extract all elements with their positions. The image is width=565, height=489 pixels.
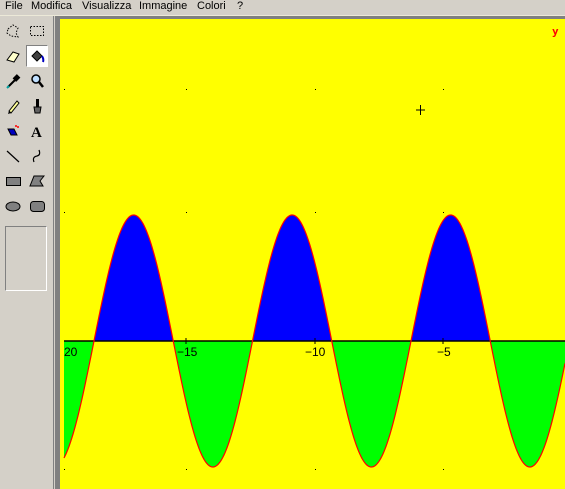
pick-color-tool[interactable] [2, 70, 24, 92]
text-tool[interactable]: A [26, 120, 48, 142]
drawing-canvas[interactable]: 20 −15 −10 −5 y [60, 19, 565, 489]
rectangle-select-tool[interactable] [26, 20, 48, 42]
tick-label-minus15: −15 [177, 345, 198, 359]
free-form-select-icon [6, 24, 19, 38]
menu-help[interactable]: ? [236, 0, 244, 13]
toolbox: A [0, 16, 54, 489]
ellipse-tool[interactable] [2, 195, 24, 217]
free-form-select-tool[interactable] [2, 20, 24, 42]
grid-dot [64, 469, 65, 470]
grid-dot [64, 89, 65, 90]
grid-dot [443, 89, 444, 90]
rectangle-tool[interactable] [2, 170, 24, 192]
brush-icon [33, 99, 42, 114]
fill-with-color-tool[interactable] [26, 45, 48, 67]
eyedropper-icon [6, 74, 21, 89]
line-icon [6, 150, 20, 163]
plot-svg: 20 −15 −10 −5 y [60, 19, 565, 489]
grid-dot [186, 89, 187, 90]
curve-tool[interactable] [26, 145, 48, 167]
grid-dot [186, 469, 187, 470]
grid-dot [315, 212, 316, 213]
eraser-icon [6, 51, 20, 63]
menu-colori[interactable]: Colori [196, 0, 227, 13]
tick-label-20: 20 [64, 345, 78, 359]
grid-dot [64, 212, 65, 213]
menu-visualizza[interactable]: Visualizza [81, 0, 132, 13]
airbrush-tool[interactable] [2, 120, 24, 142]
grid-dot [315, 469, 316, 470]
eraser-tool[interactable] [2, 45, 24, 67]
paint-bucket-icon [31, 50, 45, 63]
ellipse-icon [5, 201, 21, 212]
svg-text:A: A [31, 125, 42, 139]
menu-bar: File Modifica Visualizza Immagine Colori… [0, 0, 565, 16]
grid-dot [443, 469, 444, 470]
airbrush-icon [7, 125, 19, 136]
grid-dot [315, 89, 316, 90]
text-a-icon: A [31, 125, 42, 139]
polygon-tool[interactable] [26, 170, 48, 192]
tick-label-minus10: −10 [305, 345, 326, 359]
menu-file[interactable]: File [4, 0, 24, 13]
tick-label-minus5: −5 [437, 345, 451, 359]
rectangle-icon [6, 177, 21, 186]
grid-dot [443, 212, 444, 213]
pencil-icon [8, 100, 20, 114]
magnifier-tool[interactable] [26, 70, 48, 92]
pencil-tool[interactable] [2, 95, 24, 117]
y-axis-label: y [552, 25, 559, 38]
polygon-icon [29, 175, 45, 187]
menu-modifica[interactable]: Modifica [30, 0, 73, 13]
magnifier-icon [31, 74, 44, 88]
grid-dot [186, 212, 187, 213]
menu-immagine[interactable]: Immagine [138, 0, 188, 13]
line-tool[interactable] [2, 145, 24, 167]
rounded-rectangle-icon [30, 201, 45, 212]
rounded-rectangle-tool[interactable] [26, 195, 48, 217]
rectangle-select-icon [30, 26, 44, 36]
tool-options-box[interactable] [5, 226, 47, 291]
curve-icon [32, 149, 41, 163]
brush-tool[interactable] [26, 95, 48, 117]
